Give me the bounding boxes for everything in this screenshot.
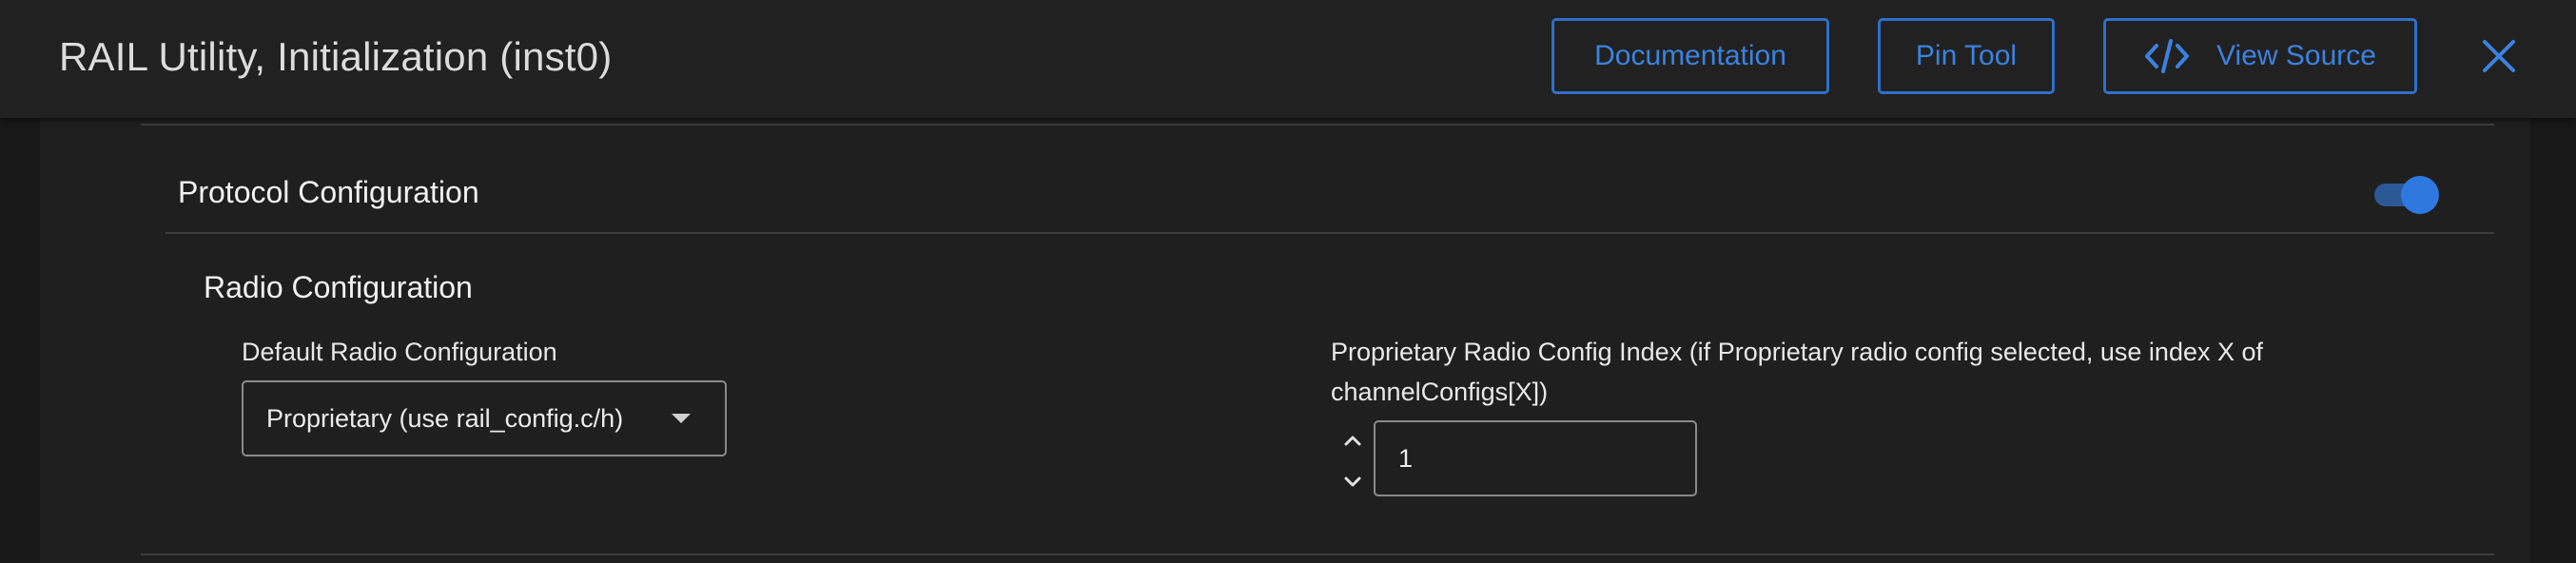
view-source-button-label: View Source <box>2216 40 2376 71</box>
caret-down-icon <box>672 414 691 423</box>
view-source-button[interactable]: View Source <box>2103 18 2417 94</box>
config-index-label-line1: Proprietary Radio Config Index (if Propr… <box>1331 338 2264 366</box>
config-index-input[interactable] <box>1374 420 1697 496</box>
dialog-title: RAIL Utility, Initialization (inst0) <box>59 34 613 79</box>
default-radio-config-select[interactable]: Proprietary (use rail_config.c/h) <box>242 380 727 456</box>
decrement-icon[interactable] <box>1341 474 1364 491</box>
protocol-configuration-toggle[interactable] <box>2371 176 2439 214</box>
config-index-label: Proprietary Radio Config Index (if Propr… <box>1331 332 2377 412</box>
config-index-label-line2: channelConfigs[X]) <box>1331 378 1549 406</box>
default-radio-config-label: Default Radio Configuration <box>242 338 557 366</box>
select-value: Proprietary (use rail_config.c/h) <box>266 403 624 433</box>
section-title: Protocol Configuration <box>178 175 479 209</box>
subsection-title: Radio Configuration <box>204 270 473 304</box>
divider <box>166 232 2494 234</box>
close-icon[interactable] <box>2477 34 2521 78</box>
code-icon <box>2145 39 2190 73</box>
documentation-button[interactable]: Documentation <box>1551 18 1829 94</box>
increment-icon[interactable] <box>1341 432 1364 449</box>
divider <box>141 124 2494 126</box>
dialog-header: RAIL Utility, Initialization (inst0) Doc… <box>0 0 2576 118</box>
documentation-button-label: Documentation <box>1594 40 1786 71</box>
pin-tool-button-label: Pin Tool <box>1915 40 2018 71</box>
pin-tool-button[interactable]: Pin Tool <box>1878 18 2055 94</box>
divider <box>141 553 2494 555</box>
toggle-knob <box>2401 176 2439 214</box>
